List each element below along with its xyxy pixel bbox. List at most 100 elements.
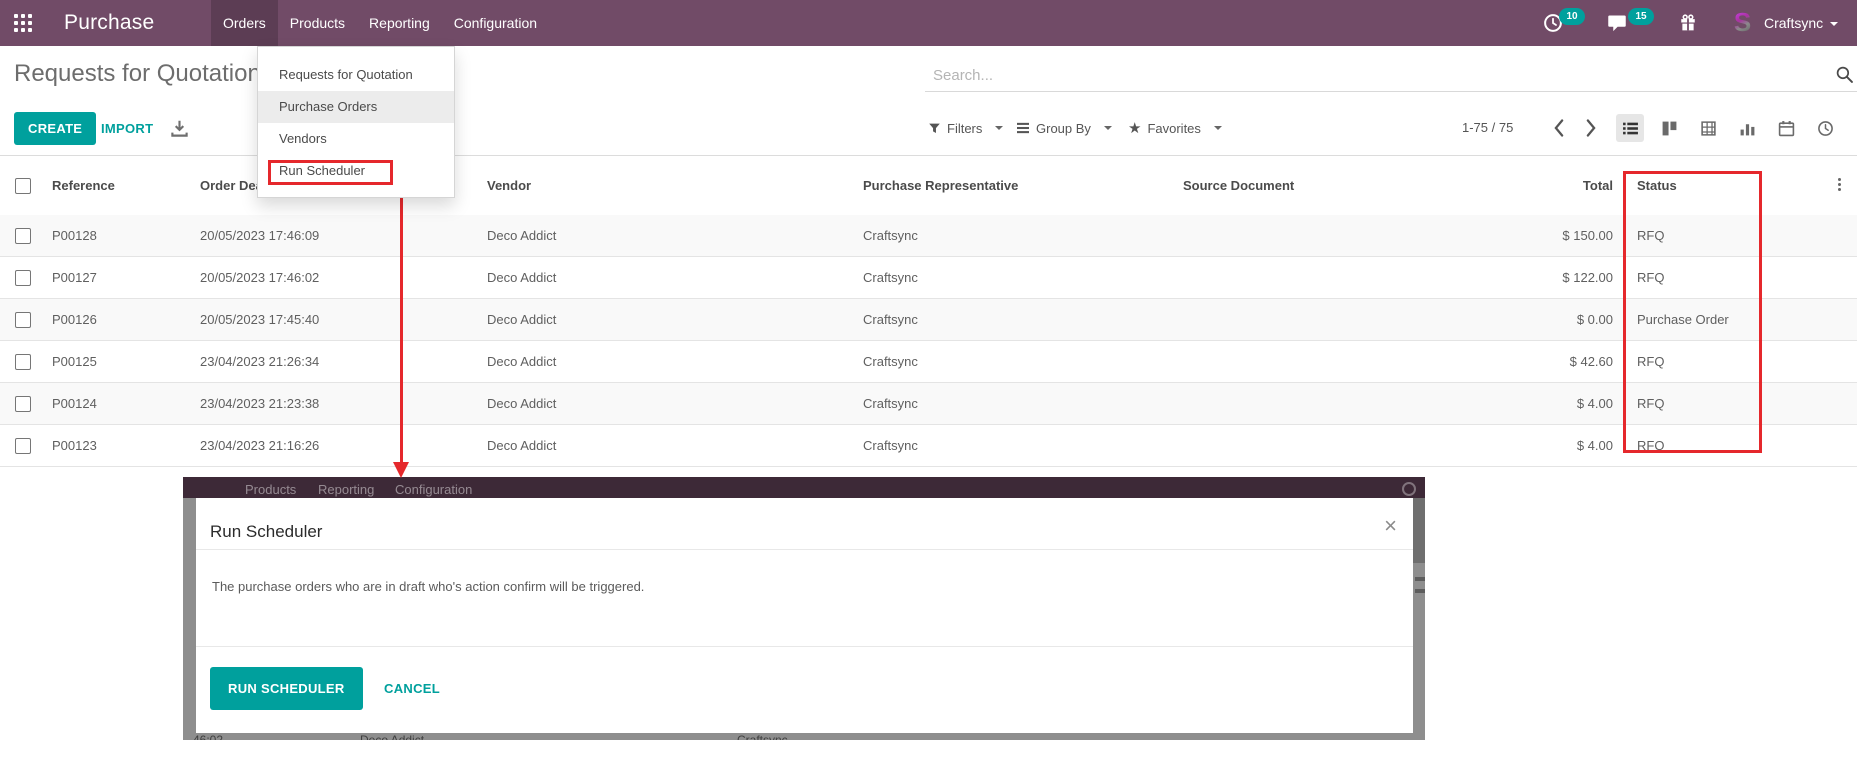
- row-checkbox[interactable]: [15, 270, 31, 286]
- table-row[interactable]: P00127 20/05/2023 17:46:02 Deco Addict C…: [0, 257, 1857, 299]
- dimmed-edge: [1415, 577, 1425, 581]
- cell-vendor: Deco Addict: [487, 299, 556, 340]
- table-row[interactable]: P00125 23/04/2023 21:26:34 Deco Addict C…: [0, 341, 1857, 383]
- filter-funnel-icon: [928, 122, 941, 135]
- optional-columns-icon[interactable]: [1831, 178, 1847, 194]
- cell-reference: P00127: [52, 257, 97, 298]
- cell-total: $ 4.00: [1420, 425, 1613, 466]
- cell-order-deadline: 20/05/2023 17:46:09: [200, 215, 319, 256]
- row-checkbox[interactable]: [15, 312, 31, 328]
- annotation-arrow-line: [400, 197, 403, 463]
- favorites-button[interactable]: ★ Favorites: [1128, 119, 1222, 137]
- table-row[interactable]: P00124 23/04/2023 21:23:38 Deco Addict C…: [0, 383, 1857, 425]
- dialog-header-divider: [196, 549, 1413, 550]
- column-header-vendor[interactable]: Vendor: [487, 156, 531, 215]
- messages-icon[interactable]: [1607, 13, 1627, 33]
- cell-status: RFQ: [1637, 425, 1664, 466]
- column-header-total[interactable]: Total: [1420, 156, 1613, 215]
- run-scheduler-screenshot-inset: Products Reporting Configuration Run Sch…: [183, 477, 1425, 740]
- user-menu[interactable]: Craftsync: [1764, 0, 1838, 46]
- export-download-icon[interactable]: [170, 119, 189, 138]
- cell-order-deadline: 23/04/2023 21:23:38: [200, 383, 319, 424]
- chevron-down-icon: [1830, 22, 1838, 26]
- dimmed-time: 46:02: [193, 733, 223, 740]
- main-menu: Orders Products Reporting Configuration: [211, 0, 549, 46]
- group-by-icon: [1016, 122, 1030, 134]
- dropdown-item-run-scheduler[interactable]: Run Scheduler: [258, 155, 454, 187]
- table-row[interactable]: P00128 20/05/2023 17:46:09 Deco Addict C…: [0, 215, 1857, 257]
- apps-grid-icon[interactable]: [14, 14, 32, 32]
- cell-order-deadline: 20/05/2023 17:45:40: [200, 299, 319, 340]
- column-header-status[interactable]: Status: [1637, 156, 1677, 215]
- group-by-button[interactable]: Group By: [1016, 119, 1112, 137]
- dropdown-item-purchase-orders[interactable]: Purchase Orders: [258, 91, 454, 123]
- gift-icon[interactable]: [1679, 13, 1697, 32]
- column-header-reference[interactable]: Reference: [52, 156, 115, 215]
- activity-view-icon[interactable]: [1811, 114, 1839, 142]
- cell-total: $ 122.00: [1420, 257, 1613, 298]
- column-header-source-document[interactable]: Source Document: [1183, 156, 1294, 215]
- app-title[interactable]: Purchase: [64, 0, 154, 46]
- orders-dropdown-menu: Requests for Quotation Purchase Orders V…: [257, 46, 455, 198]
- calendar-view-icon[interactable]: [1772, 114, 1800, 142]
- cell-order-deadline: 23/04/2023 21:16:26: [200, 425, 319, 466]
- dropdown-item-requests-for-quotation[interactable]: Requests for Quotation: [258, 59, 454, 91]
- pager-previous-icon[interactable]: [1552, 118, 1566, 138]
- pager-next-icon[interactable]: [1584, 118, 1598, 138]
- activity-badge: 10: [1559, 8, 1585, 25]
- row-checkbox[interactable]: [15, 228, 31, 244]
- row-checkbox[interactable]: [15, 354, 31, 370]
- filters-button[interactable]: Filters: [928, 119, 1003, 137]
- close-icon[interactable]: ×: [1384, 515, 1397, 537]
- cell-representative: Craftsync: [863, 383, 918, 424]
- search-input[interactable]: [925, 60, 1857, 92]
- cell-order-deadline: 20/05/2023 17:46:02: [200, 257, 319, 298]
- dimmed-menu-configuration: Configuration: [395, 482, 472, 497]
- table-row[interactable]: P00123 23/04/2023 21:16:26 Deco Addict C…: [0, 425, 1857, 467]
- pager-value[interactable]: 1-75 / 75: [1462, 120, 1513, 135]
- table-row[interactable]: P00126 20/05/2023 17:45:40 Deco Addict C…: [0, 299, 1857, 341]
- pivot-view-icon[interactable]: [1694, 114, 1722, 142]
- user-avatar[interactable]: S: [1729, 9, 1756, 36]
- dimmed-menu-products: Products: [245, 482, 296, 497]
- cell-status: Purchase Order: [1637, 299, 1729, 340]
- chevron-down-icon: [995, 126, 1003, 130]
- kanban-view-icon[interactable]: [1655, 114, 1683, 142]
- cell-vendor: Deco Addict: [487, 425, 556, 466]
- cell-representative: Craftsync: [863, 215, 918, 256]
- dimmed-edge: [1413, 498, 1425, 563]
- chevron-down-icon: [1104, 126, 1112, 130]
- cancel-button[interactable]: CANCEL: [384, 667, 440, 710]
- dimmed-representative: Craftsync: [737, 733, 788, 740]
- select-all-checkbox[interactable]: [15, 178, 31, 194]
- cell-reference: P00124: [52, 383, 97, 424]
- cell-vendor: Deco Addict: [487, 215, 556, 256]
- page-title: Requests for Quotation: [14, 60, 261, 88]
- dropdown-item-vendors[interactable]: Vendors: [258, 123, 454, 155]
- dimmed-table-row: 46:02 Deco Addict Craftsync: [183, 733, 1425, 740]
- cell-representative: Craftsync: [863, 341, 918, 382]
- top-navbar: Purchase Orders Products Reporting Confi…: [0, 0, 1857, 46]
- cell-status: RFQ: [1637, 383, 1664, 424]
- menu-products[interactable]: Products: [278, 0, 357, 46]
- menu-configuration[interactable]: Configuration: [442, 0, 549, 46]
- graph-view-icon[interactable]: [1733, 114, 1761, 142]
- cell-status: RFQ: [1637, 341, 1664, 382]
- view-switcher: [1616, 114, 1839, 142]
- run-scheduler-button[interactable]: RUN SCHEDULER: [210, 667, 363, 710]
- cell-vendor: Deco Addict: [487, 383, 556, 424]
- column-header-representative[interactable]: Purchase Representative: [863, 156, 1018, 215]
- menu-orders[interactable]: Orders: [211, 0, 278, 46]
- search-icon[interactable]: [1836, 66, 1853, 83]
- purchase-app-screen: Purchase Orders Products Reporting Confi…: [0, 0, 1857, 784]
- row-checkbox[interactable]: [15, 396, 31, 412]
- cell-status: RFQ: [1637, 215, 1664, 256]
- list-view-icon[interactable]: [1616, 114, 1644, 142]
- import-button[interactable]: IMPORT: [101, 112, 153, 145]
- row-checkbox[interactable]: [15, 438, 31, 454]
- menu-reporting[interactable]: Reporting: [357, 0, 442, 46]
- create-button[interactable]: CREATE: [14, 112, 96, 145]
- cell-reference: P00125: [52, 341, 97, 382]
- cell-representative: Craftsync: [863, 299, 918, 340]
- dimmed-navbar: Products Reporting Configuration: [183, 477, 1425, 498]
